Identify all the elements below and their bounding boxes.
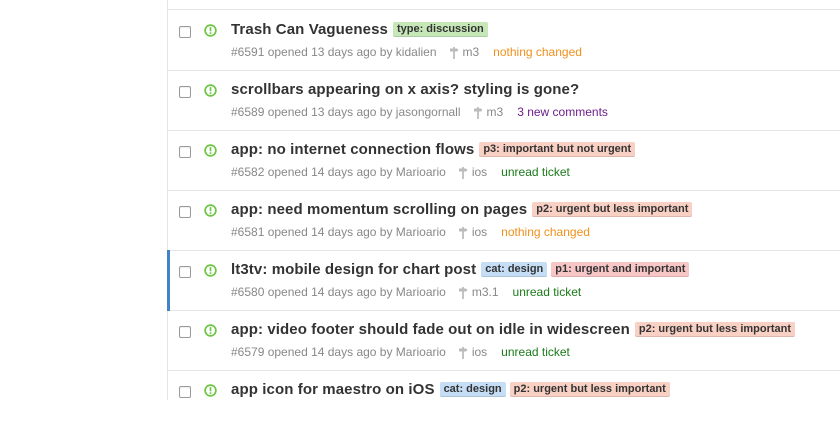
issue-row[interactable]: app: no internet connection flows p3: im… [168, 130, 840, 191]
issue-checkbox[interactable] [179, 386, 191, 398]
issue-title[interactable]: app icon for maestro on iOS [231, 381, 435, 398]
milestone-icon [473, 106, 483, 119]
issue-checkbox[interactable] [179, 266, 191, 278]
issue-label[interactable]: p2: urgent but less important [532, 202, 693, 217]
issue-meta[interactable]: #6591 opened 13 days ago by kidalien [231, 45, 437, 59]
issue-label[interactable]: p2: urgent but less important [509, 382, 670, 397]
issue-label[interactable]: p3: important but not urgent [479, 142, 636, 157]
milestone-icon [449, 46, 458, 59]
issue-row[interactable]: app: need momentum scrolling on pages p2… [168, 190, 840, 251]
issue-checkbox[interactable] [179, 206, 191, 218]
issue-milestone[interactable]: m3 [473, 105, 504, 119]
issue-label[interactable]: cat: design [481, 262, 548, 277]
issue-status-note: unread ticket [512, 285, 582, 299]
issue-status-note[interactable]: 3 new comments [517, 105, 608, 119]
issue-title[interactable]: app: need momentum scrolling on pages [231, 201, 527, 218]
issue-meta[interactable]: #6579 opened 14 days ago by Marioario [231, 345, 446, 359]
issue-row[interactable]: app icon for maestro on iOS cat: design … [168, 370, 840, 430]
issue-milestone[interactable]: m3.1 [458, 285, 499, 299]
milestone-icon [458, 166, 468, 179]
issue-title[interactable]: app: video footer should fade out on idl… [231, 321, 630, 338]
issue-list: Trash Can Vagueness type: discussion #65… [167, 0, 840, 400]
issue-status-note: nothing changed [501, 225, 590, 239]
issue-milestone[interactable]: ios [458, 345, 487, 359]
issue-opened-icon [204, 324, 217, 337]
issue-meta[interactable]: #6581 opened 14 days ago by Marioario [231, 225, 446, 239]
milestone-icon [458, 286, 468, 299]
issue-milestone[interactable]: ios [458, 225, 487, 239]
issue-opened-icon [204, 144, 217, 157]
issue-status-note: unread ticket [501, 165, 570, 179]
milestone-label: m3 [486, 105, 504, 119]
issue-checkbox[interactable] [179, 146, 191, 158]
issue-meta[interactable]: #6580 opened 14 days ago by Marioario [231, 285, 446, 299]
issue-title[interactable]: lt3tv: mobile design for chart post [231, 261, 476, 278]
issue-row[interactable]: Trash Can Vagueness type: discussion #65… [168, 10, 840, 71]
issue-status-note: unread ticket [501, 345, 570, 359]
milestone-icon [458, 226, 468, 239]
issue-row[interactable]: app: video footer should fade out on idl… [168, 310, 840, 371]
issue-status-note: nothing changed [493, 45, 582, 59]
issue-checkbox[interactable] [179, 86, 191, 98]
issue-opened-icon [204, 84, 217, 97]
milestone-label: m3.1 [471, 285, 499, 299]
issue-checkbox[interactable] [179, 26, 191, 38]
issue-title[interactable]: app: no internet connection flows [231, 141, 474, 158]
milestone-label: ios [471, 225, 488, 239]
milestone-icon [458, 346, 468, 359]
issue-opened-icon [204, 384, 217, 397]
issue-label[interactable]: cat: design [439, 382, 506, 397]
issue-row[interactable]: scrollbars appearing on x axis? styling … [168, 70, 840, 131]
issue-opened-icon [204, 264, 217, 277]
milestone-label: ios [471, 345, 488, 359]
issue-milestone[interactable]: m3 [449, 45, 480, 59]
issue-title[interactable]: Trash Can Vagueness [231, 21, 388, 38]
issue-row-selected[interactable]: lt3tv: mobile design for chart post cat:… [167, 250, 840, 311]
issue-label[interactable]: type: discussion [392, 22, 488, 37]
issue-meta[interactable]: #6582 opened 14 days ago by Marioario [231, 165, 446, 179]
issue-checkbox[interactable] [179, 326, 191, 338]
issue-meta[interactable]: #6589 opened 13 days ago by jasongornall [231, 105, 461, 119]
milestone-label: m3 [462, 45, 480, 59]
issue-opened-icon [204, 204, 217, 217]
issue-milestone[interactable]: ios [458, 165, 487, 179]
milestone-label: ios [471, 165, 488, 179]
issue-label[interactable]: p1: urgent and important [551, 262, 690, 277]
issue-opened-icon [204, 24, 217, 37]
issue-title[interactable]: scrollbars appearing on x axis? styling … [231, 81, 579, 98]
issue-label[interactable]: p2: urgent but less important [634, 322, 796, 337]
